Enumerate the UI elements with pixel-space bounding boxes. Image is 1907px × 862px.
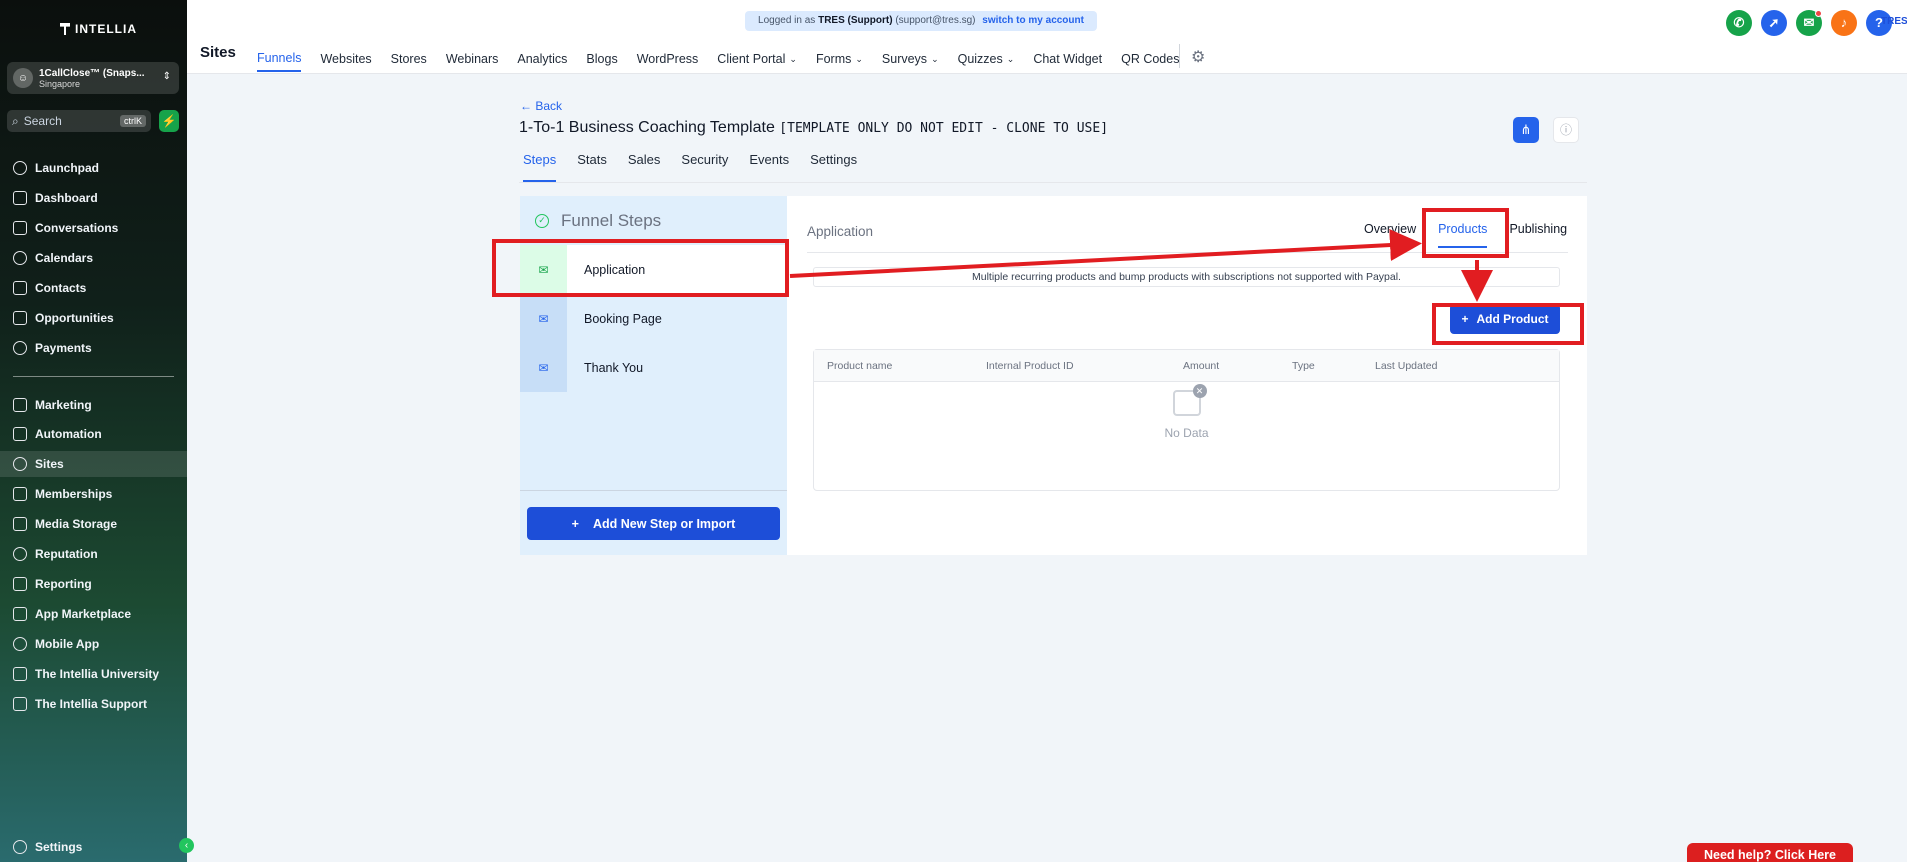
annotation-arrows <box>789 229 1493 302</box>
arrow-to-products-tab <box>789 229 1422 278</box>
help-button[interactable]: Need help? Click Here <box>1687 843 1853 862</box>
